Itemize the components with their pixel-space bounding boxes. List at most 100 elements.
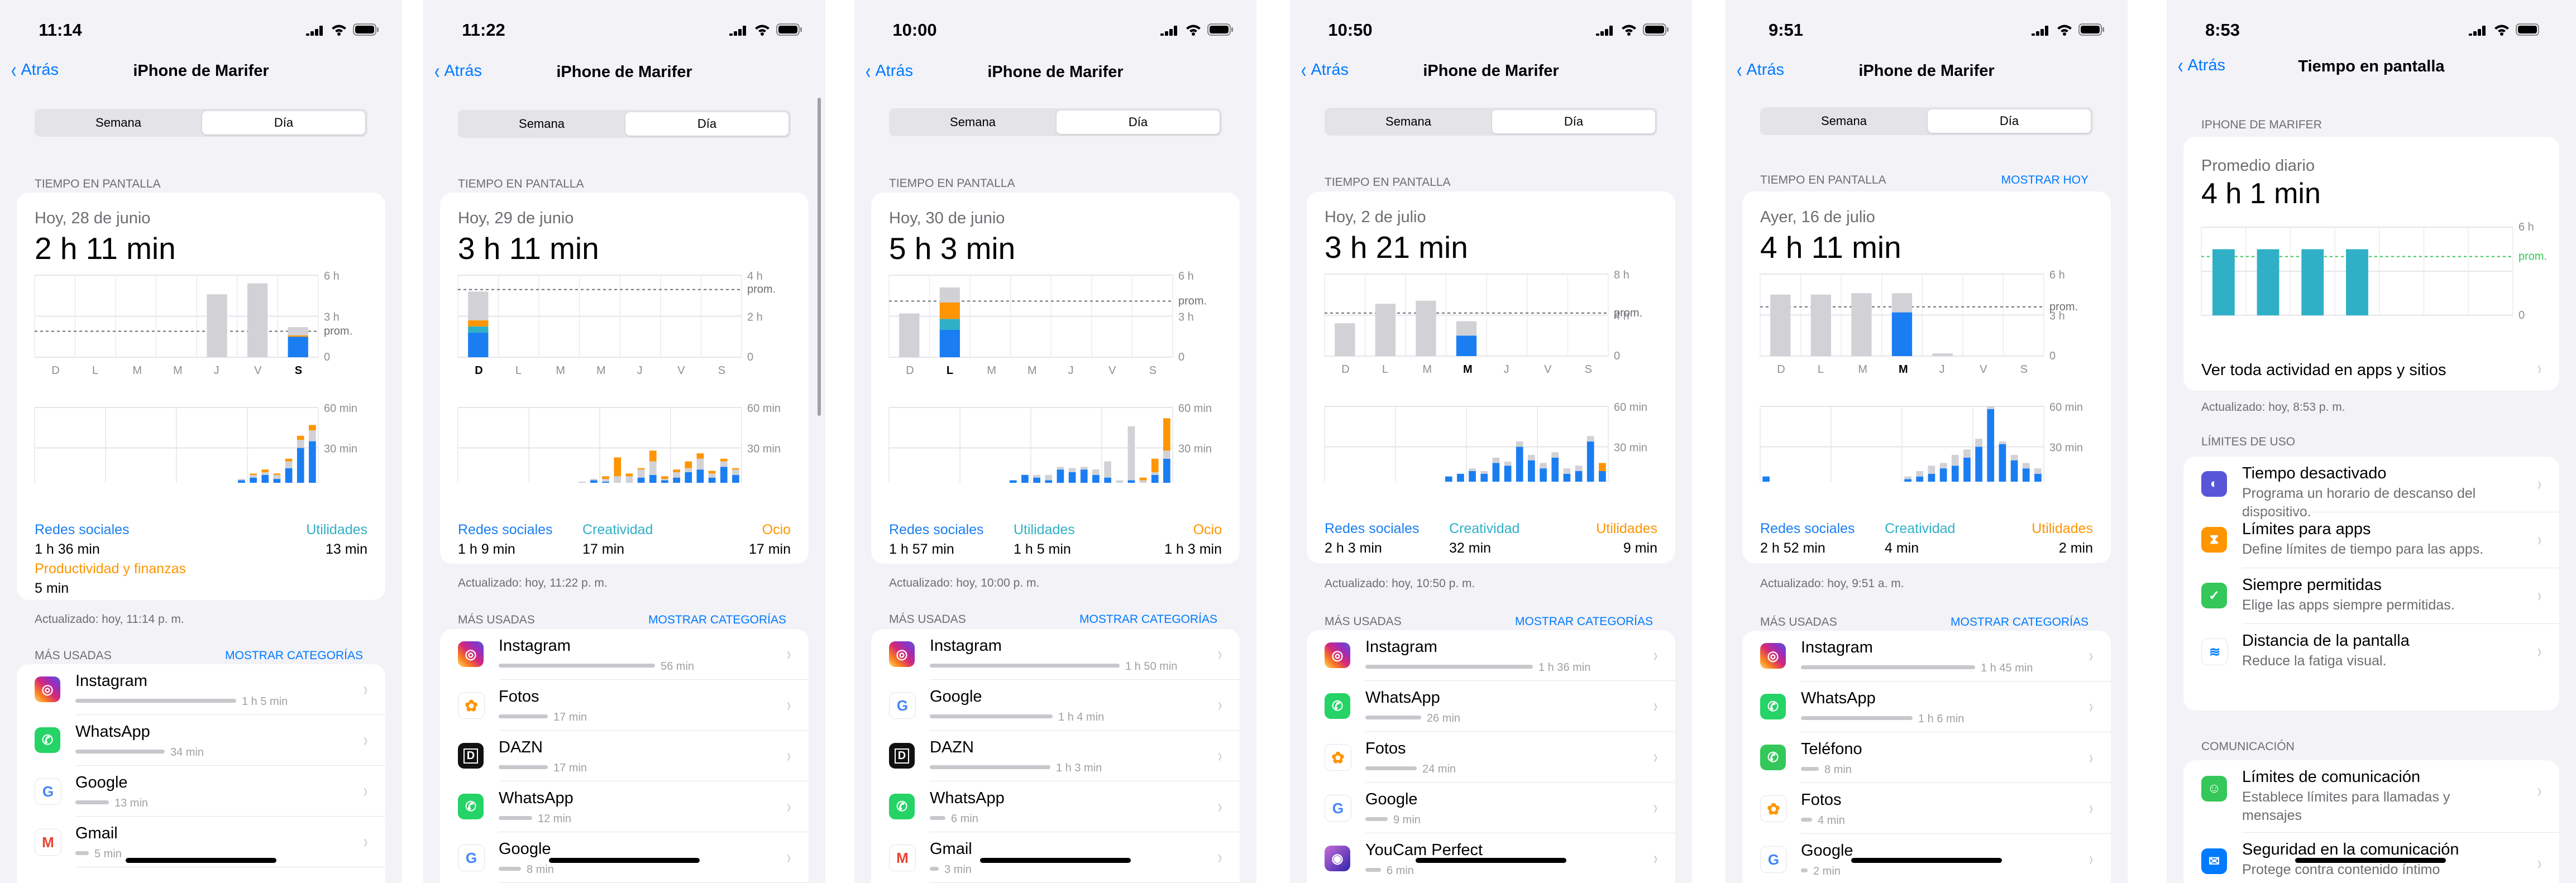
limit-row[interactable]: ◐ Tiempo desactivado Programa un horario d…	[2183, 457, 2559, 520]
app-row[interactable]: ✿ Fotos 17 min ›	[440, 680, 809, 731]
segment-week[interactable]: Semana	[1327, 110, 1490, 133]
phone-screen-settings: 8:53 ‹ Atrás Tiempo en pantalla IPHONE DE MA…	[2167, 0, 2576, 883]
app-row[interactable]: ◎ Instagram 1 h 50 min ›	[871, 629, 1240, 680]
segment-week[interactable]: Semana	[460, 112, 623, 136]
segment-day[interactable]: Día	[1928, 109, 2091, 133]
week-axis-mid: 3 h	[1178, 311, 1194, 324]
wifi-arc	[1189, 29, 1197, 32]
week-bar-segment	[288, 337, 308, 357]
limit-row[interactable]: ✓ Siempre permitidas Elige las apps siempr…	[2183, 568, 2559, 624]
app-usage-bar	[930, 867, 939, 871]
period-segmented-control[interactable]: Semana Día	[458, 110, 791, 138]
show-categories-link[interactable]: MOSTRAR CATEGORÍAS	[225, 649, 363, 663]
show-categories-link[interactable]: MOSTRAR CATEGORÍAS	[1951, 616, 2088, 629]
show-categories-link[interactable]: MOSTRAR CATEGORÍAS	[648, 613, 786, 627]
show-today-link[interactable]: MOSTRAR HOY	[2001, 174, 2088, 187]
screen-time-card: Hoy, 2 de julio 3 h 21 min 8 h4 h 0 prom. D L M…	[1307, 191, 1675, 563]
app-row[interactable]: G Google 13 min ›	[17, 766, 385, 817]
hour-bar-segment	[1916, 471, 1924, 477]
chevron-right-icon: ›	[2088, 848, 2093, 870]
period-segmented-control[interactable]: Semana Día	[1325, 108, 1657, 136]
signal-bar	[315, 29, 318, 36]
limit-row[interactable]: ≋ Distancia de la pantalla Reduce la fatig…	[2183, 624, 2559, 680]
app-usage-bar	[499, 765, 548, 769]
comm-title: Seguridad en la comunicación	[2242, 841, 2459, 858]
week-bar-segment	[939, 303, 960, 319]
segment-week[interactable]: Semana	[891, 111, 1054, 134]
app-row[interactable]: ✿ Fotos 4 min ›	[1742, 783, 2111, 834]
hour-bar-segment	[637, 468, 645, 470]
app-name: WhatsApp	[499, 789, 573, 807]
app-row[interactable]: G Google 9 min ›	[1307, 783, 1675, 833]
hour-bar-segment	[250, 474, 257, 478]
week-axis-zero: 0	[747, 351, 753, 363]
usage-charts: 6 h3 h0prom.DLMMJVS60 min30 min012 a. m.…	[1760, 269, 2083, 482]
segment-day[interactable]: Día	[1492, 110, 1655, 133]
battery-fill	[778, 26, 797, 33]
google-icon-glyph: G	[1767, 851, 1780, 868]
battery-icon	[353, 23, 379, 36]
signal-bar	[2482, 26, 2486, 36]
photos-icon-glyph: ✿	[1331, 748, 1345, 766]
app-row[interactable]: ✿ Fotos 24 min ›	[1307, 732, 1675, 783]
hour-bar-segment	[661, 479, 668, 481]
period-segmented-control[interactable]: Semana Día	[35, 109, 367, 137]
hour-bar-segment	[685, 468, 692, 472]
wifi-arc	[758, 29, 766, 32]
hour-axis-zero: 0	[747, 482, 753, 483]
limit-row[interactable]: ⧗ Límites para apps Define límites de tiem…	[2183, 512, 2559, 568]
signal-bar	[1605, 29, 1608, 36]
status-bar: 10:00	[854, 18, 1256, 42]
app-row[interactable]: ◎ Instagram 1 h 45 min ›	[1742, 631, 2111, 682]
signal-bar	[2473, 31, 2477, 36]
app-row[interactable]: ◎ Instagram 1 h 5 min ›	[17, 664, 385, 715]
app-usage-bar	[1365, 665, 1533, 669]
hour-bar-segment	[238, 479, 245, 481]
period-segmented-control[interactable]: Semana Día	[889, 108, 1222, 136]
wifi-dot	[1192, 32, 1195, 36]
app-row[interactable]: ✆ WhatsApp 6 min ›	[871, 781, 1240, 832]
app-row[interactable]: ✆ WhatsApp 12 min ›	[440, 781, 809, 832]
signal-bar	[1609, 26, 1613, 36]
show-categories-link[interactable]: MOSTRAR CATEGORÍAS	[1079, 613, 1217, 626]
communication-row[interactable]: ☺ Límites de comunicación Establece límite…	[2183, 760, 2559, 833]
legend-item: Utilidades 9 min	[1596, 521, 1657, 556]
see-all-activity-row[interactable]: Ver toda actividad en apps y sitios ›	[2183, 349, 2559, 391]
app-row[interactable]: ✆ WhatsApp 26 min ›	[1307, 681, 1675, 732]
app-row[interactable]: ✆ WhatsApp 34 min ›	[17, 715, 385, 766]
segment-day[interactable]: Día	[202, 111, 365, 135]
app-row[interactable]: ◎ Instagram 56 min ›	[440, 629, 809, 680]
app-row[interactable]: ◎ Instagram 1 h 36 min ›	[1307, 630, 1675, 681]
segment-day[interactable]: Día	[625, 112, 788, 136]
week-axis-max: 6 h	[324, 270, 340, 282]
legend-item: Creatividad 4 min	[1885, 521, 1955, 556]
signal-bar	[2032, 33, 2035, 36]
week-day-label: J	[1504, 363, 1509, 376]
app-row[interactable]: G Google 1 h 4 min ›	[871, 680, 1240, 731]
google-icon: G	[458, 844, 485, 871]
nav-title: iPhone de Marifer	[556, 63, 692, 81]
show-categories-link[interactable]: MOSTRAR CATEGORÍAS	[1515, 615, 1653, 628]
app-row[interactable]: D DAZN 17 min ›	[440, 731, 809, 781]
hour-bar-segment	[1551, 452, 1559, 458]
hour-axis-zero: 0	[1614, 481, 1620, 482]
chat-safety-icon: ✉	[2201, 848, 2227, 874]
segment-day[interactable]: Día	[1057, 111, 1220, 134]
week-day-label: D	[51, 364, 59, 377]
wifi-arc	[1622, 25, 1636, 30]
photos-icon-glyph: ✿	[465, 697, 478, 714]
battery-tip	[377, 27, 379, 32]
hour-bar-segment	[720, 461, 728, 467]
app-row[interactable]: ✆ Teléfono 8 min ›	[1742, 732, 2111, 783]
hour-bar-segment	[1068, 472, 1076, 483]
section-header-most-used: MÁS USADAS	[1760, 616, 1837, 628]
segment-week[interactable]: Semana	[1762, 109, 1925, 133]
app-name: DAZN	[930, 738, 974, 756]
hour-bar-segment	[285, 458, 293, 462]
chevron-right-icon: ›	[786, 694, 791, 716]
app-row[interactable]: ✆ WhatsApp 1 h 6 min ›	[1742, 682, 2111, 732]
period-segmented-control[interactable]: Semana Día	[1760, 107, 2093, 135]
segment-week[interactable]: Semana	[37, 111, 200, 135]
app-row[interactable]: D DAZN 1 h 3 min ›	[871, 731, 1240, 781]
signal-bar	[2040, 29, 2044, 36]
